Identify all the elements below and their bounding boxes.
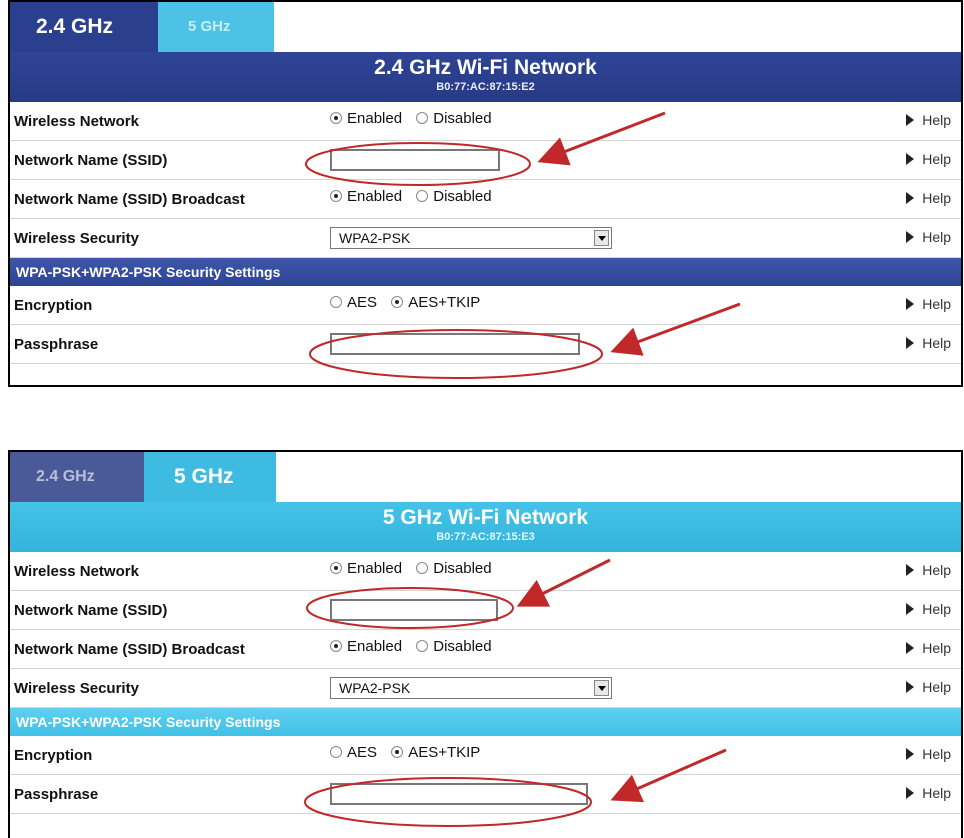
passphrase-label: Passphrase <box>14 786 99 803</box>
chevron-down-icon[interactable] <box>594 230 609 246</box>
radio-unchecked-icon <box>416 190 429 202</box>
radio-unchecked-icon <box>330 296 342 308</box>
wireless-network-row: Wireless Network Enabled Disabled Help <box>10 102 961 141</box>
ssid-label: Network Name (SSID) <box>14 602 168 619</box>
ssid-row: Network Name (SSID) Help <box>10 591 961 630</box>
wireless-disabled-radio[interactable]: Disabled <box>416 560 492 577</box>
triangle-right-icon <box>906 231 915 243</box>
passphrase-row: Passphrase Help <box>10 325 961 364</box>
ssid-broadcast-row: Network Name (SSID) Broadcast Enabled Di… <box>10 630 961 669</box>
security-settings-header: WPA-PSK+WPA2-PSK Security Settings <box>10 708 961 736</box>
help-link[interactable]: Help <box>906 151 951 167</box>
broadcast-enabled-radio[interactable]: Enabled <box>330 638 402 655</box>
passphrase-input[interactable] <box>330 783 588 805</box>
broadcast-disabled-radio[interactable]: Disabled <box>416 188 492 205</box>
ssid-row: Network Name (SSID) Help <box>10 141 961 180</box>
passphrase-row: Passphrase Help <box>10 775 961 814</box>
security-select[interactable]: WPA2-PSK <box>330 677 612 699</box>
wifi-5ghz-panel: 2.4 GHz 5 GHz 5 GHz Wi-Fi Network B0:77:… <box>8 450 963 838</box>
radio-checked-icon <box>330 562 342 574</box>
passphrase-label: Passphrase <box>14 336 99 353</box>
wireless-security-row: Wireless Security WPA2-PSK Help <box>10 219 961 258</box>
help-link[interactable]: Help <box>906 785 951 801</box>
network-title-bar: 2.4 GHz Wi-Fi Network B0:77:AC:87:15:E2 <box>10 52 961 102</box>
triangle-right-icon <box>906 748 915 760</box>
radio-checked-icon <box>330 190 342 202</box>
band-tabs: 2.4 GHz 5 GHz <box>10 452 961 502</box>
network-title-bar: 5 GHz Wi-Fi Network B0:77:AC:87:15:E3 <box>10 502 961 552</box>
help-link[interactable]: Help <box>906 746 951 762</box>
wireless-disabled-radio[interactable]: Disabled <box>416 110 492 127</box>
radio-unchecked-icon <box>330 746 342 758</box>
wireless-security-row: Wireless Security WPA2-PSK Help <box>10 669 961 708</box>
ssid-broadcast-label: Network Name (SSID) Broadcast <box>14 641 245 658</box>
page-title: 5 GHz Wi-Fi Network <box>382 506 589 529</box>
encryption-row: Encryption AES AES+TKIP Help <box>10 286 961 325</box>
help-link[interactable]: Help <box>906 335 951 351</box>
wireless-network-label: Wireless Network <box>14 113 139 130</box>
mac-address: B0:77:AC:87:15:E3 <box>436 531 535 543</box>
passphrase-input[interactable] <box>330 333 580 355</box>
encryption-label: Encryption <box>14 747 93 764</box>
triangle-right-icon <box>906 298 915 310</box>
radio-checked-icon <box>391 296 404 308</box>
help-link[interactable]: Help <box>906 640 951 656</box>
security-select[interactable]: WPA2-PSK <box>330 227 612 249</box>
band-tabs: 2.4 GHz 5 GHz <box>10 2 961 52</box>
ssid-input[interactable] <box>330 149 500 171</box>
triangle-right-icon <box>906 564 915 576</box>
security-settings-header: WPA-PSK+WPA2-PSK Security Settings <box>10 258 961 286</box>
page-title: 2.4 GHz Wi-Fi Network <box>374 56 597 79</box>
encryption-label: Encryption <box>14 297 93 314</box>
wireless-security-label: Wireless Security <box>14 680 139 697</box>
triangle-right-icon <box>906 787 915 799</box>
wireless-network-label: Wireless Network <box>14 563 139 580</box>
wifi-24ghz-panel: 2.4 GHz 5 GHz 2.4 GHz Wi-Fi Network B0:7… <box>8 0 963 387</box>
radio-unchecked-icon <box>416 112 429 124</box>
wireless-enabled-radio[interactable]: Enabled <box>330 560 402 577</box>
mac-address: B0:77:AC:87:15:E2 <box>436 81 535 93</box>
help-link[interactable]: Help <box>906 229 951 245</box>
triangle-right-icon <box>906 681 915 693</box>
radio-checked-icon <box>391 746 404 758</box>
ssid-input[interactable] <box>330 599 498 621</box>
wireless-enabled-radio[interactable]: Enabled <box>330 110 402 127</box>
tab-2-4ghz[interactable]: 2.4 GHz <box>10 2 158 52</box>
ssid-label: Network Name (SSID) <box>14 152 168 169</box>
tab-5ghz[interactable]: 5 GHz <box>158 2 274 52</box>
aes-radio[interactable]: AES <box>330 744 377 761</box>
help-link[interactable]: Help <box>906 296 951 312</box>
broadcast-enabled-radio[interactable]: Enabled <box>330 188 402 205</box>
help-link[interactable]: Help <box>906 601 951 617</box>
radio-checked-icon <box>330 640 342 652</box>
aes-radio[interactable]: AES <box>330 294 377 311</box>
triangle-right-icon <box>906 603 915 615</box>
triangle-right-icon <box>906 192 915 204</box>
help-link[interactable]: Help <box>906 679 951 695</box>
triangle-right-icon <box>906 642 915 654</box>
triangle-right-icon <box>906 337 915 349</box>
help-link[interactable]: Help <box>906 190 951 206</box>
chevron-down-icon[interactable] <box>594 680 609 696</box>
aes-tkip-radio[interactable]: AES+TKIP <box>391 294 480 311</box>
tab-5ghz[interactable]: 5 GHz <box>144 452 276 502</box>
radio-checked-icon <box>330 112 342 124</box>
broadcast-disabled-radio[interactable]: Disabled <box>416 638 492 655</box>
help-link[interactable]: Help <box>906 112 951 128</box>
radio-unchecked-icon <box>416 640 429 652</box>
radio-unchecked-icon <box>416 562 429 574</box>
help-link[interactable]: Help <box>906 562 951 578</box>
ssid-broadcast-label: Network Name (SSID) Broadcast <box>14 191 245 208</box>
triangle-right-icon <box>906 153 915 165</box>
aes-tkip-radio[interactable]: AES+TKIP <box>391 744 480 761</box>
wireless-network-row: Wireless Network Enabled Disabled Help <box>10 552 961 591</box>
encryption-row: Encryption AES AES+TKIP Help <box>10 736 961 775</box>
tab-2-4ghz[interactable]: 2.4 GHz <box>10 452 144 502</box>
triangle-right-icon <box>906 114 915 126</box>
wireless-security-label: Wireless Security <box>14 230 139 247</box>
ssid-broadcast-row: Network Name (SSID) Broadcast Enabled Di… <box>10 180 961 219</box>
